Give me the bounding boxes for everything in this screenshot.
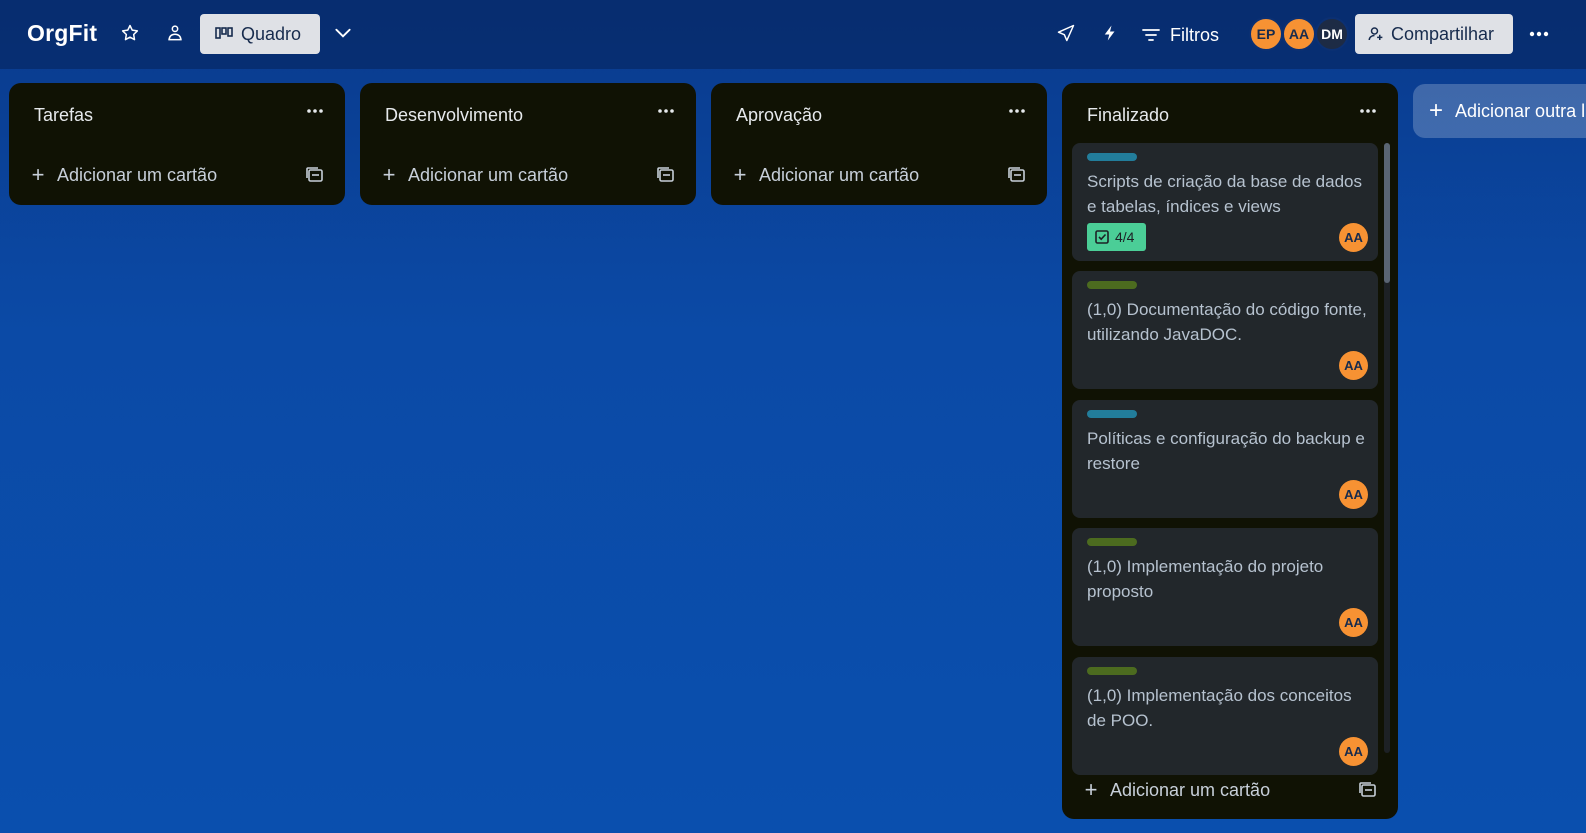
list-finalizado: Finalizado Scripts de criação da base de… [1062,83,1398,819]
board-menu-icon[interactable] [1525,20,1553,48]
chevron-down-icon[interactable] [332,22,354,44]
card-label[interactable] [1087,153,1137,161]
list-menu-icon[interactable] [1005,101,1029,123]
filter-icon [1142,29,1160,41]
automation-bolt-icon[interactable] [1099,22,1121,44]
card[interactable]: (1,0) Implementação dos conceitos de POO… [1072,657,1378,775]
checkbox-icon [1095,230,1109,244]
checklist-badge: 4/4 [1087,223,1146,251]
list-menu-icon[interactable] [303,101,327,123]
plus-icon: + [1429,97,1444,124]
power-ups-rocket-icon[interactable] [1055,22,1077,44]
card-template-icon[interactable] [305,165,325,185]
card-label[interactable] [1087,410,1137,418]
card-template-icon[interactable] [656,165,676,185]
card[interactable]: (1,0) Documentação do código fonte, util… [1072,271,1378,389]
plus-icon: + [1084,777,1098,802]
filters-label: Filtros [1170,24,1219,45]
avatar[interactable]: AA [1282,17,1316,51]
card-label[interactable] [1087,281,1137,289]
avatar[interactable]: AA [1339,608,1368,637]
list-desenvolvimento: Desenvolvimento + Adicionar um cartão [360,83,696,205]
star-icon[interactable] [119,22,141,44]
avatar[interactable]: AA [1339,351,1368,380]
list-title[interactable]: Desenvolvimento [385,105,523,126]
add-card-button[interactable]: + Adicionar um cartão [29,160,218,190]
avatar[interactable]: AA [1339,480,1368,509]
card-title: Scripts de criação da base de dados e ta… [1087,172,1363,216]
card-title: Políticas e configuração do backup e res… [1087,429,1365,473]
avatar[interactable]: DM [1315,17,1349,51]
add-card-label: Adicionar um cartão [759,164,920,185]
add-person-icon [1368,27,1383,41]
list-tarefas: Tarefas + Adicionar um cartão [9,83,345,205]
checklist-count: 4/4 [1115,229,1135,245]
card-title: (1,0) Documentação do código fonte, util… [1087,300,1367,344]
card-title: (1,0) Implementação dos conceitos de POO… [1087,686,1352,730]
plus-icon: + [31,162,45,187]
card-label[interactable] [1087,667,1137,675]
board-header: OrgFit Quadro Filtros EP AA DM Compartil… [0,0,1586,69]
add-card-button[interactable]: + Adicionar um cartão [380,160,569,190]
board-title[interactable]: OrgFit [27,20,97,47]
avatar[interactable]: AA [1339,223,1368,252]
avatar[interactable]: EP [1249,17,1283,51]
list-menu-icon[interactable] [1356,101,1380,123]
add-card-label: Adicionar um cartão [408,164,569,185]
board-view-button[interactable]: Quadro [200,14,320,54]
card-list: Scripts de criação da base de dados e ta… [1072,143,1388,833]
add-card-label: Adicionar um cartão [1110,779,1271,800]
card-template-icon[interactable] [1358,780,1378,800]
avatar[interactable]: AA [1339,737,1368,766]
card[interactable]: Políticas e configuração do backup e res… [1072,400,1378,518]
card-label[interactable] [1087,538,1137,546]
card[interactable]: (1,0) Implementação do projeto proposto … [1072,528,1378,646]
add-card-label: Adicionar um cartão [57,164,218,185]
list-title[interactable]: Aprovação [736,105,822,126]
filters-button[interactable]: Filtros [1142,22,1219,48]
board-view-icon [215,27,233,39]
list-menu-icon[interactable] [654,101,678,123]
card-template-icon[interactable] [1007,165,1027,185]
list-aprovacao: Aprovação + Adicionar um cartão [711,83,1047,205]
board-view-label: Quadro [241,23,302,44]
add-list-label: Adicionar outra lista [1455,100,1586,121]
add-card-button[interactable]: + Adicionar um cartão [1082,775,1271,805]
share-label: Compartilhar [1391,23,1495,44]
plus-icon: + [733,162,747,187]
card[interactable]: Scripts de criação da base de dados e ta… [1072,143,1378,261]
list-title[interactable]: Tarefas [34,105,93,126]
scrollbar-thumb[interactable] [1384,143,1390,283]
share-button[interactable]: Compartilhar [1355,14,1513,54]
card-title: (1,0) Implementação do projeto proposto [1087,557,1324,601]
plus-icon: + [382,162,396,187]
add-list-button[interactable]: + Adicionar outra lista [1413,84,1586,138]
list-title[interactable]: Finalizado [1087,105,1169,126]
add-card-button[interactable]: + Adicionar um cartão [731,160,920,190]
workspace-visibility-icon[interactable] [164,22,186,44]
